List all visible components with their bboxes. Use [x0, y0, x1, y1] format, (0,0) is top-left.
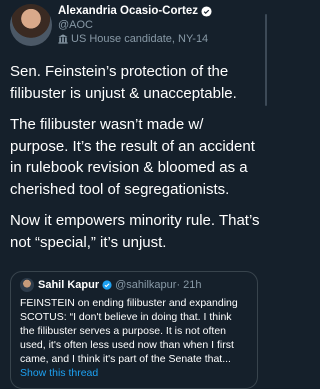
scrollbar[interactable]: [265, 14, 267, 106]
quoted-author-avatar: [20, 278, 34, 292]
account-label-text: US House candidate, NY-14: [71, 33, 209, 45]
tweet-paragraph: Sen. Feinstein’s protection of the filib…: [10, 63, 237, 102]
government-building-icon: [58, 34, 68, 44]
quoted-tweet-header: Sahil Kapur @sahilkapur · 21h: [20, 278, 248, 292]
author-avatar[interactable]: [10, 4, 52, 46]
quoted-author-handle: @sahilkapur: [115, 279, 177, 291]
quoted-tweet[interactable]: Sahil Kapur @sahilkapur · 21h FEINSTEIN …: [10, 271, 258, 389]
author-name[interactable]: Alexandria Ocasio-Cortez: [58, 5, 198, 17]
tweet-text: Sen. Feinstein’s protection of the filib…: [10, 61, 262, 263]
quoted-author-name: Sahil Kapur: [38, 279, 100, 291]
verified-badge-icon: [102, 280, 112, 290]
tweet-header: Alexandria Ocasio-Cortez @AOC US House c…: [10, 2, 260, 54]
author-name-row[interactable]: Alexandria Ocasio-Cortez: [58, 5, 212, 17]
show-thread-link[interactable]: Show this thread: [20, 367, 248, 379]
quoted-tweet-time: · 21h: [176, 279, 202, 291]
tweet-paragraph: The filibuster wasn’t made w/ purpose. I…: [10, 116, 255, 198]
author-handle[interactable]: @AOC: [58, 19, 93, 31]
verified-badge-icon: [201, 5, 212, 17]
account-label: US House candidate, NY-14: [58, 33, 208, 45]
tweet-paragraph: Now it empowers minority rule. That’s no…: [10, 212, 260, 251]
quoted-tweet-text: FEINSTEIN on ending filibuster and expan…: [20, 297, 238, 365]
